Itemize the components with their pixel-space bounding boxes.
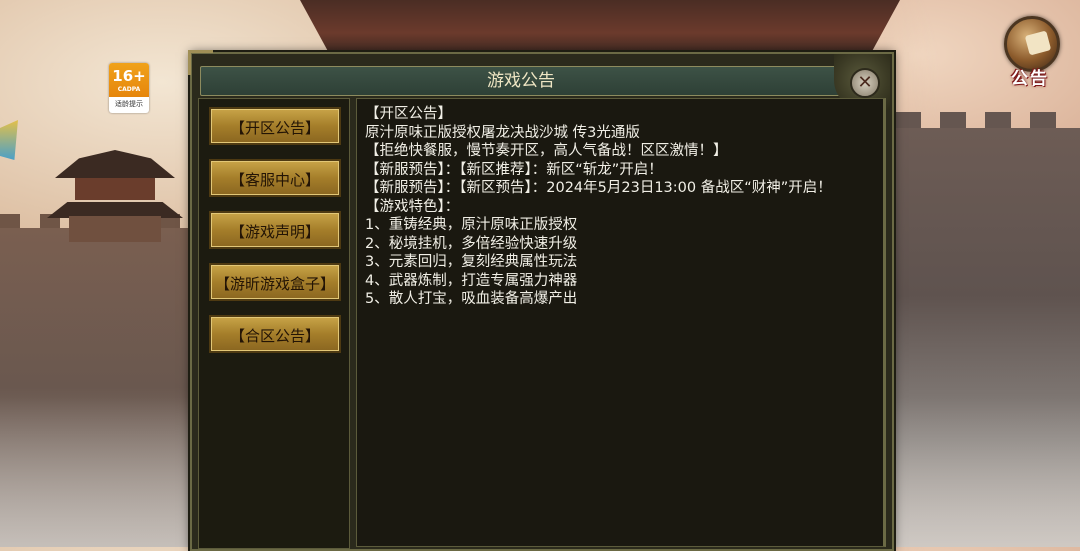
content-line: 4、武器炼制，打造专属强力神器 xyxy=(365,272,578,289)
dialog-title: 游戏公告 xyxy=(200,66,842,96)
announcement-content-panel[interactable]: 【开区公告】 原汁原味正版授权屠龙决战沙城 传3光通版 【拒绝快餐服，慢节奏开区… xyxy=(356,98,886,547)
age-rating-org: CADPA xyxy=(117,86,141,93)
background-palace-roof xyxy=(300,0,900,55)
background-watchtower xyxy=(47,150,183,242)
content-line: 5、散人打宝，吸血装备高爆产出 xyxy=(365,291,578,307)
tab-game-statement[interactable]: 【游戏声明】 xyxy=(209,211,341,249)
tab-game-box[interactable]: 【游昕游戏盒子】 xyxy=(209,263,341,301)
content-line: 【新服预告】：【新区预告】：2024年5月23日13:00 备战区“财神”开启！ xyxy=(365,180,832,196)
tab-list: 【开区公告】 【客服中心】 【游戏声明】 【游昕游戏盒子】 【合区公告】 xyxy=(198,98,350,549)
announcement-label: 公告 xyxy=(1011,69,1049,89)
content-line: 【新服预告】：【新区推荐】：新区“斩龙”开启！ xyxy=(365,161,663,178)
announcement-button[interactable]: 公告 xyxy=(998,16,1062,88)
announcement-icon-frame xyxy=(1004,16,1060,72)
age-rating-tip: 适龄提示 xyxy=(115,100,143,108)
tab-customer-service[interactable]: 【客服中心】 xyxy=(209,159,341,197)
scroll-icon xyxy=(1024,30,1052,56)
age-rating-badge[interactable]: 16+ CADPA 适龄提示 xyxy=(109,63,149,113)
decoration-icon xyxy=(0,120,18,160)
content-line: 3、元素回归，复刻经典属性玩法 xyxy=(365,254,578,270)
content-line: 原汁原味正版授权屠龙决战沙城 传3光通版 xyxy=(365,124,640,141)
content-line: 【开区公告】 xyxy=(365,106,452,122)
tab-server-open-notice[interactable]: 【开区公告】 xyxy=(209,107,341,145)
content-line: 【拒绝快餐服，慢节奏开区，高人气备战！区区激情！】 xyxy=(365,143,728,159)
content-line: 【游戏特色】： xyxy=(365,198,460,215)
close-icon: ✕ xyxy=(850,68,880,98)
age-rating-number: 16+ xyxy=(112,67,146,85)
content-line: 2、秘境挂机，多倍经验快速升级 xyxy=(365,235,578,252)
content-line: 1、重铸经典，原汁原味正版授权 xyxy=(365,217,578,233)
game-announcement-dialog: 游戏公告 ✕ 【开区公告】 【客服中心】 【游戏声明】 【游昕游戏盒子】 【合区… xyxy=(188,50,894,551)
tab-server-merge-notice[interactable]: 【合区公告】 xyxy=(209,315,341,353)
announcement-text: 【开区公告】 原汁原味正版授权屠龙决战沙城 传3光通版 【拒绝快餐服，慢节奏开区… xyxy=(365,105,877,309)
